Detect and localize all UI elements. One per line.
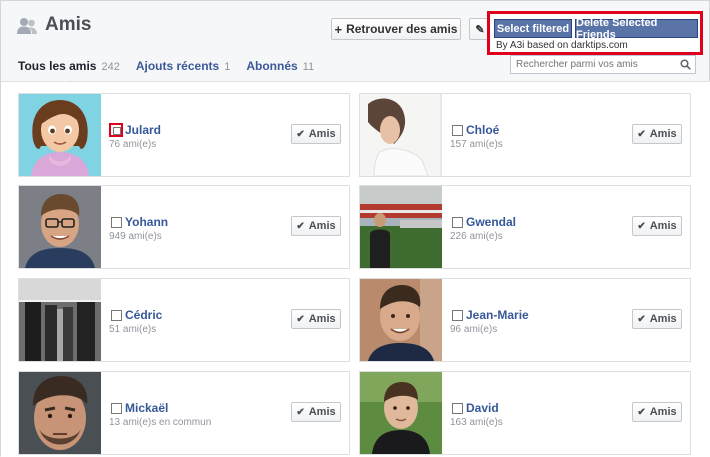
tab-count: 242 — [101, 61, 120, 73]
pencil-icon: ✎ — [475, 23, 485, 36]
select-checkbox[interactable] — [452, 217, 463, 228]
friend-count: 76 ami(e)s — [109, 139, 157, 150]
friend-card: Gwendal 226 ami(e)s ✔ Amis — [359, 185, 691, 269]
friends-status-button[interactable]: ✔ Amis — [632, 309, 682, 329]
select-checkbox[interactable] — [109, 123, 123, 137]
search-input[interactable] — [511, 56, 676, 73]
page-title: Amis — [45, 14, 92, 35]
friends-status-label: Amis — [308, 406, 336, 418]
friend-photo[interactable] — [360, 94, 442, 176]
friend-photo[interactable] — [360, 279, 442, 361]
tab-label: Abonnés — [246, 59, 298, 73]
check-icon: ✔ — [637, 128, 646, 140]
select-checkbox[interactable] — [452, 125, 463, 136]
select-checkbox[interactable] — [111, 310, 122, 321]
friend-photo[interactable] — [19, 94, 101, 176]
select-checkbox[interactable] — [452, 310, 463, 321]
friends-status-label: Amis — [308, 220, 336, 232]
friend-name[interactable]: David — [466, 401, 499, 415]
friends-status-button[interactable]: ✔ Amis — [291, 216, 341, 236]
tab-count: 11 — [302, 61, 315, 73]
friend-name[interactable]: Jean-Marie — [466, 308, 529, 322]
friends-status-label: Amis — [649, 406, 677, 418]
friend-name[interactable]: Mickaël — [125, 401, 168, 415]
delete-selected-friends-button[interactable]: Delete Selected Friends — [575, 17, 698, 41]
select-checkbox[interactable] — [111, 217, 122, 228]
friends-status-label: Amis — [308, 128, 336, 140]
friend-name[interactable]: Cédric — [125, 308, 162, 322]
check-icon: ✔ — [637, 406, 646, 418]
tab-count: 1 — [224, 61, 231, 73]
tab-followers[interactable]: Abonnés 11 — [246, 59, 314, 73]
extension-toolbar: Select filtered Delete Selected Friends … — [487, 11, 703, 55]
friend-count: 96 ami(e)s — [450, 324, 498, 335]
friends-status-button[interactable]: ✔ Amis — [291, 309, 341, 329]
friends-status-button[interactable]: ✔ Amis — [632, 124, 682, 144]
friends-status-label: Amis — [649, 220, 677, 232]
friend-name[interactable]: Yohann — [125, 215, 168, 229]
friend-photo[interactable] — [19, 279, 101, 361]
friend-name[interactable]: Julard — [125, 123, 161, 137]
friend-card: Yohann 949 ami(e)s ✔ Amis — [18, 185, 350, 269]
friend-card: Cédric 51 ami(e)s ✔ Amis — [18, 278, 350, 362]
tab-all-friends[interactable]: Tous les amis 242 — [18, 59, 120, 73]
friend-photo[interactable] — [360, 372, 442, 454]
friends-status-label: Amis — [649, 128, 677, 140]
friend-name[interactable]: Chloé — [466, 123, 499, 137]
friends-status-button[interactable]: ✔ Amis — [291, 124, 341, 144]
friend-search — [510, 55, 696, 74]
friend-count: 163 ami(e)s — [450, 417, 503, 428]
select-checkbox[interactable] — [452, 403, 463, 414]
tab-label: Ajouts récents — [135, 59, 220, 73]
friends-status-button[interactable]: ✔ Amis — [632, 402, 682, 422]
check-icon: ✔ — [637, 313, 646, 325]
friends-tabs: Tous les amis 242 Ajouts récents 1 Abonn… — [18, 59, 330, 73]
friend-count: 13 ami(e)s en commun — [109, 417, 212, 428]
friend-count: 157 ami(e)s — [450, 139, 503, 150]
search-icon[interactable] — [680, 59, 691, 70]
friend-photo[interactable] — [19, 372, 101, 454]
friend-count: 949 ami(e)s — [109, 231, 162, 242]
friend-name[interactable]: Gwendal — [466, 215, 516, 229]
friend-card: David 163 ami(e)s ✔ Amis — [359, 371, 691, 455]
friend-card: Jean-Marie 96 ami(e)s ✔ Amis — [359, 278, 691, 362]
friends-status-label: Amis — [308, 313, 336, 325]
tab-recent-additions[interactable]: Ajouts récents 1 — [136, 59, 230, 73]
active-tab-pointer — [59, 81, 73, 88]
friends-status-label: Amis — [649, 313, 677, 325]
friend-card: Chloé 157 ami(e)s ✔ Amis — [359, 93, 691, 177]
friends-status-button[interactable]: ✔ Amis — [632, 216, 682, 236]
friend-card: Julard 76 ami(e)s ✔ Amis — [18, 93, 350, 177]
tab-label: Tous les amis — [18, 59, 97, 73]
friend-count: 226 ami(e)s — [450, 231, 503, 242]
check-icon: ✔ — [296, 128, 305, 140]
friends-panel: Amis + Retrouver des amis ✎ Select filte… — [0, 0, 710, 457]
check-icon: ✔ — [296, 406, 305, 418]
friend-photo[interactable] — [19, 186, 101, 268]
find-friends-label: Retrouver des amis — [346, 22, 458, 36]
friend-card: Mickaël 13 ami(e)s en commun ✔ Amis — [18, 371, 350, 455]
extension-credit: By A3i based on darktips.com — [496, 40, 628, 51]
check-icon: ✔ — [296, 220, 305, 232]
friends-icon — [17, 18, 37, 34]
friend-count: 51 ami(e)s — [109, 324, 157, 335]
check-icon: ✔ — [637, 220, 646, 232]
check-icon: ✔ — [296, 313, 305, 325]
plus-icon: + — [334, 21, 343, 37]
find-friends-button[interactable]: + Retrouver des amis — [331, 18, 461, 40]
select-filtered-button[interactable]: Select filtered — [494, 19, 572, 38]
friend-photo[interactable] — [360, 186, 442, 268]
friends-status-button[interactable]: ✔ Amis — [291, 402, 341, 422]
select-checkbox[interactable] — [111, 403, 122, 414]
